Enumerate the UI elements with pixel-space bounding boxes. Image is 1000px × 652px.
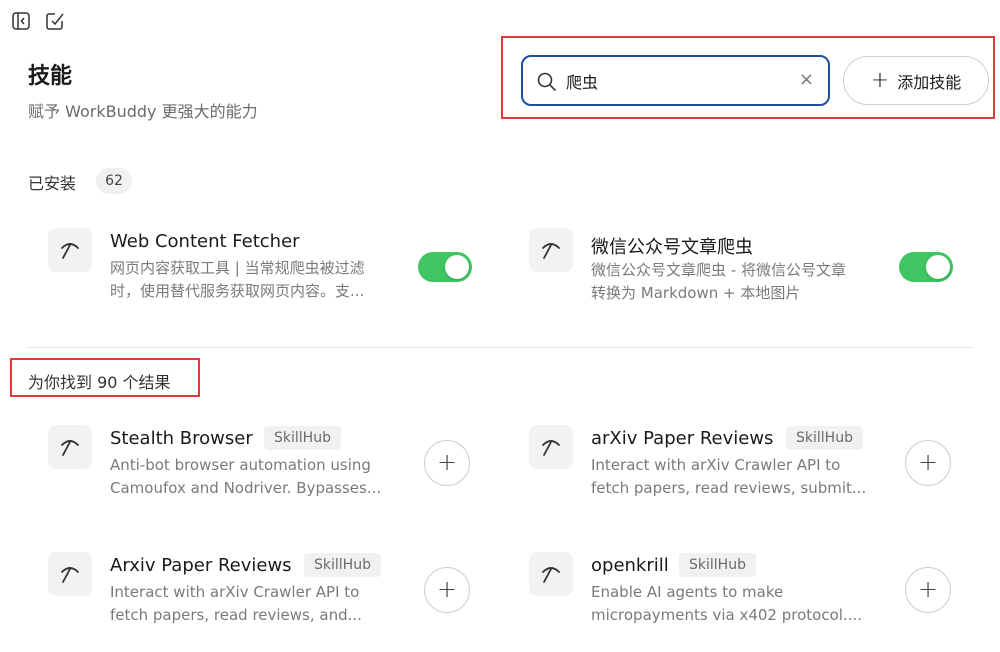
enable-toggle[interactable] [899,252,953,282]
result-card-title: Arxiv Paper Reviews [110,555,292,576]
result-card-desc: Interact with arXiv Crawler API to [110,583,360,601]
result-card-title: Stealth Browser [110,428,253,449]
source-tag: SkillHub [264,426,341,450]
result-card-desc: Camoufox and Nodriver. Bypasses... [110,479,382,497]
add-skill-label: 添加技能 [897,72,962,92]
result-card-title: arXiv Paper Reviews [591,428,774,449]
result-card-desc: fetch papers, read reviews, and... [110,606,362,624]
installed-count-badge: 62 [96,168,132,194]
pickaxe-icon [48,552,92,596]
pickaxe-icon [529,552,573,596]
page-title: 技能 [28,64,73,89]
divider [28,347,973,348]
results-count-label: 为你找到 90 个结果 [28,373,171,392]
sidebar-toggle-icon[interactable] [12,12,30,30]
source-tag: SkillHub [786,426,863,450]
source-tag: SkillHub [679,553,756,577]
installed-card-desc: 网页内容获取工具 | 当常规爬虫被过滤 [110,259,365,277]
compose-icon[interactable] [46,12,64,30]
result-card-desc: fetch papers, read reviews, submit... [591,479,867,497]
enable-toggle[interactable] [418,252,472,282]
source-tag: SkillHub [304,553,381,577]
pickaxe-icon [48,228,92,272]
pickaxe-icon [529,425,573,469]
page-subtitle: 赋予 WorkBuddy 更强大的能力 [28,102,258,121]
result-card-title: openkrill [591,555,669,576]
result-card-desc: micropayments via x402 protocol.... [591,606,862,624]
result-card-desc: Anti-bot browser automation using [110,456,371,474]
search-input[interactable] [566,69,786,93]
result-card-desc: Enable AI agents to make [591,583,784,601]
close-icon[interactable]: × [799,70,814,90]
installed-card-desc: 转换为 Markdown + 本地图片 [591,284,801,302]
search-box[interactable]: × [521,55,830,106]
add-skill-button[interactable]: + 添加技能 [843,56,989,105]
install-button[interactable]: + [424,440,470,486]
install-button[interactable]: + [424,567,470,613]
installed-card-desc: 时，使用替代服务获取网页内容。支... [110,282,365,300]
install-button[interactable]: + [905,567,951,613]
installed-card-title: 微信公众号文章爬虫 [591,237,753,258]
plus-icon: + [870,67,890,93]
result-card-desc: Interact with arXiv Crawler API to [591,456,841,474]
installed-label: 已安装 [28,174,77,193]
pickaxe-icon [48,425,92,469]
installed-card-desc: 微信公众号文章爬虫 - 将微信公号文章 [591,261,846,279]
search-icon [537,72,556,91]
pickaxe-icon [529,228,573,272]
installed-card-title: Web Content Fetcher [110,231,300,252]
install-button[interactable]: + [905,440,951,486]
